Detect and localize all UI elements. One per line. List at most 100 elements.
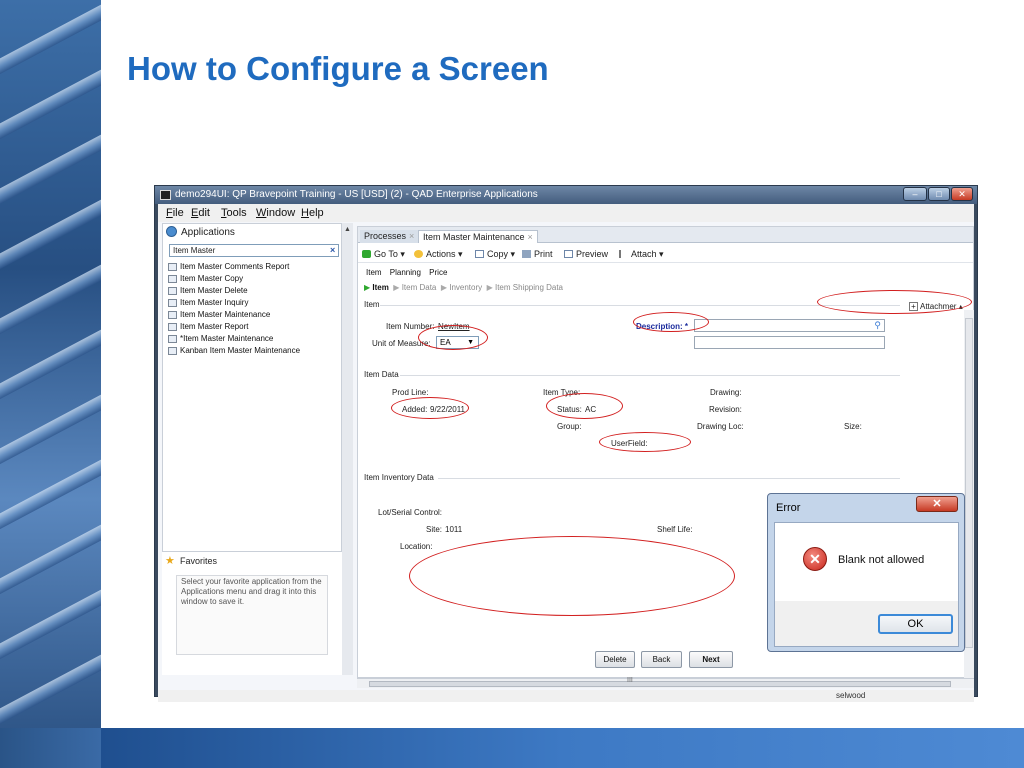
star-icon: ★: [165, 555, 175, 567]
preview-icon: [564, 250, 573, 258]
tab-processes[interactable]: Processes ×: [360, 230, 419, 243]
footer-band-left: [0, 728, 101, 768]
decorative-side-image: [0, 0, 101, 768]
application-list: Item Master Comments Report Item Master …: [167, 261, 342, 357]
favorites-drop-area[interactable]: Select your favorite application from th…: [176, 575, 328, 655]
report-icon: [168, 299, 177, 307]
subtab-price[interactable]: Price: [429, 268, 447, 277]
group-label: Group:: [557, 422, 582, 431]
status-bar: selwood: [158, 690, 974, 702]
navigation-buttons: Delete Back Next: [358, 651, 973, 669]
play-icon: ▶: [393, 283, 400, 292]
favorites-header: Favorites: [180, 556, 218, 566]
list-item[interactable]: Item Master Delete: [167, 285, 342, 297]
close-tab-icon[interactable]: ×: [528, 232, 533, 242]
close-dialog-button[interactable]: ✕: [916, 496, 958, 512]
close-tab-icon[interactable]: ×: [409, 231, 414, 241]
subtab-item[interactable]: Item: [366, 268, 382, 277]
print-button[interactable]: Print: [522, 249, 553, 259]
next-button[interactable]: Next: [689, 651, 733, 668]
site-label: Site:: [426, 525, 443, 534]
app-icon: [160, 190, 171, 200]
inventory-section-label: Item Inventory Data: [364, 473, 434, 482]
item-data-section-label: Item Data: [364, 370, 399, 379]
list-item[interactable]: Item Master Report: [167, 321, 342, 333]
back-button[interactable]: Back: [641, 651, 682, 668]
shelf-life-label: Shelf Life:: [657, 525, 693, 534]
drawing-loc-label: Drawing Loc:: [697, 422, 744, 431]
status-user: selwood: [836, 691, 866, 700]
program-icon: [168, 335, 177, 343]
location-label: Location:: [400, 542, 433, 551]
list-item[interactable]: Item Master Inquiry: [167, 297, 342, 309]
size-label: Size:: [844, 422, 862, 431]
description-field-2[interactable]: [694, 336, 885, 349]
report-icon: [168, 263, 177, 271]
goto-button[interactable]: Go To ▾: [362, 249, 405, 260]
breadcrumb-item[interactable]: Item Data: [402, 283, 437, 292]
maximize-button[interactable]: □: [928, 187, 950, 201]
tab-item-master-maintenance[interactable]: Item Master Maintenance ×: [418, 230, 538, 243]
copy-icon: [168, 275, 177, 283]
copy-button[interactable]: Copy ▾: [475, 249, 515, 260]
report-icon: [168, 323, 177, 331]
highlight-oval: [546, 393, 623, 419]
delete-button[interactable]: Delete: [595, 651, 635, 668]
attach-button[interactable]: Attach ▾: [619, 249, 664, 260]
menu-file[interactable]: File: [166, 207, 184, 219]
breadcrumb-item[interactable]: Item Shipping Data: [495, 283, 563, 292]
list-item[interactable]: Item Master Copy: [167, 273, 342, 285]
menu-bar: File Edit Tools Window Help: [158, 204, 974, 222]
error-dialog-title: Error: [776, 502, 801, 514]
window-title: demo294UI: QP Bravepoint Training - US […: [175, 189, 538, 200]
sub-tabs: Item Planning Price: [366, 268, 453, 277]
section-divider: [438, 478, 900, 479]
play-icon: ▶: [364, 283, 371, 292]
program-icon: [168, 287, 177, 295]
slide-title: How to Configure a Screen: [127, 50, 549, 87]
highlight-oval: [409, 536, 735, 616]
preview-button[interactable]: Preview: [564, 249, 608, 259]
form-horizontal-scrollbar[interactable]: III: [357, 677, 974, 688]
menu-edit[interactable]: Edit: [191, 207, 210, 219]
drawing-label: Drawing:: [710, 388, 742, 397]
list-item[interactable]: Item Master Maintenance: [167, 309, 342, 321]
menu-window[interactable]: Window: [256, 207, 295, 219]
application-search-input[interactable]: Item Master ×: [169, 244, 339, 257]
error-icon: ✕: [803, 547, 827, 571]
list-item[interactable]: Kanban Item Master Maintenance: [167, 345, 342, 357]
list-item[interactable]: *Item Master Maintenance: [167, 333, 342, 345]
favorites-pane: ★ Favorites Select your favorite applica…: [162, 551, 342, 675]
breadcrumb: ▶ Item ▶ Item Data ▶ Inventory ▶ Item Sh…: [364, 283, 563, 292]
window-titlebar[interactable]: demo294UI: QP Bravepoint Training - US […: [155, 186, 977, 204]
lot-serial-label: Lot/Serial Control:: [378, 508, 443, 517]
actions-button[interactable]: Actions ▾: [414, 249, 463, 260]
goto-icon: [362, 250, 371, 258]
applications-header: Applications: [163, 224, 341, 240]
list-item[interactable]: Item Master Comments Report: [167, 261, 342, 273]
description-field[interactable]: ⚲: [694, 319, 885, 332]
lightbulb-icon: [414, 250, 423, 258]
paperclip-icon: [619, 250, 628, 258]
menu-tools[interactable]: Tools: [221, 207, 247, 219]
menu-help[interactable]: Help: [301, 207, 324, 219]
printer-icon: [522, 250, 531, 258]
search-icon[interactable]: ⚲: [874, 320, 881, 331]
ok-button[interactable]: OK: [878, 614, 953, 634]
play-icon: ▶: [486, 283, 493, 292]
close-window-button[interactable]: ✕: [951, 187, 973, 201]
highlight-oval: [817, 290, 972, 314]
highlight-oval: [599, 432, 691, 452]
footer-band: [101, 728, 1024, 768]
subtab-planning[interactable]: Planning: [390, 268, 421, 277]
breadcrumb-item[interactable]: Inventory: [449, 283, 482, 292]
site-value: 1011: [445, 525, 463, 534]
clear-search-icon[interactable]: ×: [330, 245, 335, 256]
form-vertical-scrollbar[interactable]: [964, 310, 974, 680]
minimize-button[interactable]: –: [903, 187, 927, 201]
left-pane-scrollbar[interactable]: ▲: [341, 223, 353, 675]
copy-icon: [475, 250, 484, 258]
breadcrumb-item[interactable]: Item: [372, 283, 388, 292]
highlight-oval: [633, 312, 709, 332]
toolbar: Go To ▾ Actions ▾ Copy ▾ Print Preview A…: [358, 246, 973, 263]
